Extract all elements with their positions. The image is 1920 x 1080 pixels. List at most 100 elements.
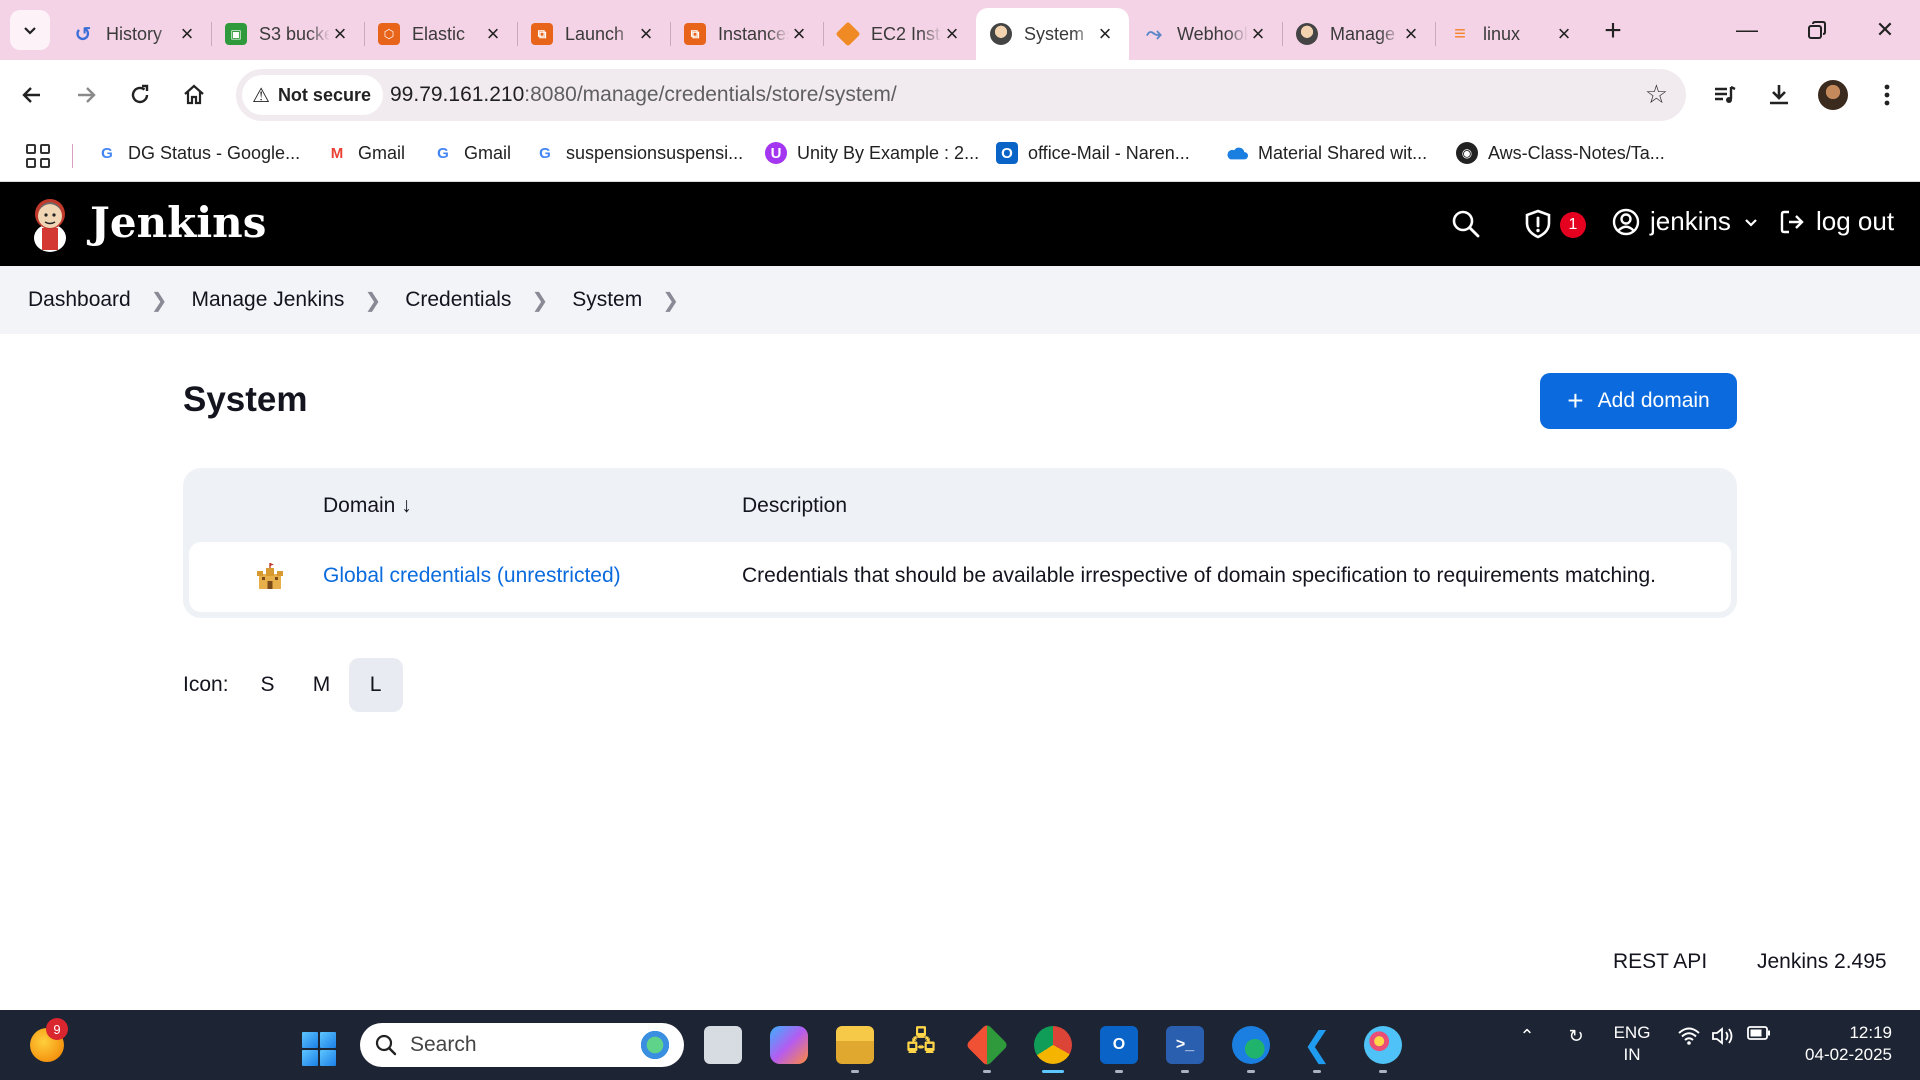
url-text[interactable]: 99.79.161.210:8080/manage/credentials/st… [390, 83, 897, 107]
language-code: ENG [1613, 1023, 1651, 1042]
jenkins-logo-icon[interactable] [28, 194, 72, 254]
address-bar[interactable]: ⚠ Not secure 99.79.161.210:8080/manage/c… [236, 69, 1686, 121]
close-icon[interactable]: × [1401, 21, 1421, 46]
tab-linux[interactable]: ≡ linux × [1435, 8, 1588, 60]
breadcrumb-manage-jenkins[interactable]: Manage Jenkins [192, 288, 345, 312]
tab-launch[interactable]: ⧉ Launch × [517, 8, 670, 60]
add-domain-button[interactable]: + Add domain [1540, 373, 1737, 429]
bookmark-item[interactable]: G DG Status - Google... [96, 142, 300, 164]
edge-icon[interactable] [1232, 1026, 1270, 1064]
bookmark-item[interactable]: O office-Mail - Naren... [996, 142, 1190, 164]
wifi-icon[interactable] [1676, 1026, 1702, 1046]
bookmark-item[interactable]: M Gmail [326, 142, 405, 164]
downloads-button[interactable] [1760, 76, 1798, 114]
browser-tab-strip: ↺ History × ▣ S3 bucket × ⬡ Elastic × ⧉ … [0, 0, 1920, 60]
close-window-button[interactable]: ✕ [1860, 12, 1910, 48]
home-button[interactable] [176, 77, 212, 113]
icon-size-large[interactable]: L [348, 658, 403, 712]
tab-history[interactable]: ↺ History × [58, 8, 211, 60]
icon-size-label: Icon: [183, 673, 229, 696]
sync-icon[interactable]: ↻ [1562, 1026, 1590, 1047]
bookmark-label: Aws-Class-Notes/Ta... [1488, 142, 1665, 163]
paint-icon[interactable] [1364, 1026, 1402, 1064]
jenkins-version-link[interactable]: Jenkins 2.495 [1757, 950, 1887, 974]
tab-manage[interactable]: Manage × [1282, 8, 1435, 60]
breadcrumb-credentials[interactable]: Credentials [405, 288, 511, 312]
chevron-up-icon[interactable]: ⌃ [1514, 1026, 1540, 1047]
tab-instances[interactable]: ⧉ Instances × [670, 8, 823, 60]
chrome-icon[interactable] [1034, 1026, 1072, 1064]
apps-grid-icon[interactable] [26, 144, 50, 168]
bookmark-item[interactable]: U Unity By Example : 2... [765, 142, 979, 164]
bookmark-star-icon[interactable]: ☆ [1645, 79, 1668, 110]
bookmarks-bar: G DG Status - Google... M Gmail G Gmail … [0, 130, 1920, 182]
tab-search-button[interactable] [10, 10, 50, 50]
icon-size-small[interactable]: S [241, 658, 295, 712]
tab-ec2[interactable]: EC2 Instance × [823, 8, 976, 60]
global-credentials-link[interactable]: Global credentials (unrestricted) [323, 564, 621, 588]
close-icon[interactable]: × [942, 21, 962, 46]
outlook-icon[interactable]: O [1100, 1026, 1138, 1064]
system-clock[interactable]: 12:19 04-02-2025 [1796, 1022, 1892, 1066]
battery-icon[interactable] [1746, 1026, 1772, 1040]
icon-size-medium[interactable]: M [295, 658, 349, 712]
close-icon[interactable]: × [1095, 21, 1115, 46]
site-info-chip[interactable]: ⚠ Not secure [242, 75, 383, 115]
powershell-icon[interactable]: >_ [1166, 1026, 1204, 1064]
tab-system[interactable]: System × [976, 8, 1129, 60]
vscode-icon[interactable]: ❮ [1298, 1026, 1336, 1064]
back-button[interactable] [14, 77, 50, 113]
user-menu[interactable]: jenkins [1612, 206, 1769, 237]
webhook-icon: ⤳ [1146, 22, 1162, 45]
close-icon[interactable]: × [330, 21, 350, 46]
volume-icon[interactable] [1710, 1026, 1736, 1046]
task-view-icon[interactable] [704, 1026, 742, 1064]
forward-button[interactable] [68, 77, 104, 113]
chevron-right-icon[interactable]: ❯ [531, 288, 548, 313]
close-icon[interactable]: × [1248, 21, 1268, 46]
browser-menu-button[interactable] [1868, 76, 1906, 114]
github-icon: ◉ [1456, 142, 1478, 164]
jenkins-brand[interactable]: Jenkins [90, 198, 266, 247]
file-explorer-icon[interactable] [836, 1026, 874, 1064]
column-header-domain[interactable]: Domain ↓ [323, 494, 412, 518]
security-badge[interactable]: 1 [1560, 212, 1586, 238]
remote-desktop-icon[interactable]: 🖧 [902, 1026, 940, 1064]
domains-table: Domain ↓ Description Global credentials … [183, 468, 1737, 618]
language-indicator[interactable]: ENG IN [1612, 1022, 1652, 1066]
new-tab-button[interactable]: + [1596, 14, 1630, 48]
git-icon[interactable] [965, 1023, 1009, 1067]
tab-s3[interactable]: ▣ S3 bucket × [211, 8, 364, 60]
tab-title: Instances [718, 23, 789, 44]
close-icon[interactable]: × [483, 21, 503, 46]
logout-link[interactable]: log out [1778, 206, 1894, 237]
search-icon[interactable] [1450, 208, 1482, 240]
icon-size-selector: Icon: S M L [183, 658, 403, 712]
breadcrumb-dashboard[interactable]: Dashboard [28, 288, 131, 312]
bookmark-item[interactable]: Material Shared wit... [1226, 142, 1427, 164]
windows-start-icon[interactable] [302, 1032, 336, 1066]
close-icon[interactable]: × [789, 21, 809, 46]
bookmark-item[interactable]: G Gmail [432, 142, 511, 164]
shield-icon[interactable] [1522, 208, 1554, 240]
bookmark-item[interactable]: G suspensionsuspensi... [534, 142, 743, 164]
media-controls-button[interactable] [1706, 76, 1744, 114]
breadcrumb-system[interactable]: System [572, 288, 642, 312]
close-icon[interactable]: × [177, 21, 197, 46]
copilot-icon[interactable] [770, 1026, 808, 1064]
close-icon[interactable]: × [1554, 21, 1574, 46]
tab-webhooks[interactable]: ⤳ Webhooks × [1129, 8, 1282, 60]
chevron-right-icon[interactable]: ❯ [662, 288, 679, 313]
rest-api-link[interactable]: REST API [1613, 950, 1707, 974]
restore-button[interactable] [1792, 12, 1842, 48]
chevron-right-icon[interactable]: ❯ [151, 288, 168, 313]
bookmark-item[interactable]: ◉ Aws-Class-Notes/Ta... [1456, 142, 1665, 164]
tab-elastic[interactable]: ⬡ Elastic × [364, 8, 517, 60]
reload-button[interactable] [122, 77, 158, 113]
minimize-button[interactable]: — [1722, 12, 1772, 48]
close-icon[interactable]: × [636, 21, 656, 46]
profile-button[interactable] [1814, 76, 1852, 114]
onedrive-icon [1226, 142, 1248, 164]
chevron-right-icon[interactable]: ❯ [364, 288, 381, 313]
taskbar-search[interactable]: Search [360, 1023, 684, 1067]
